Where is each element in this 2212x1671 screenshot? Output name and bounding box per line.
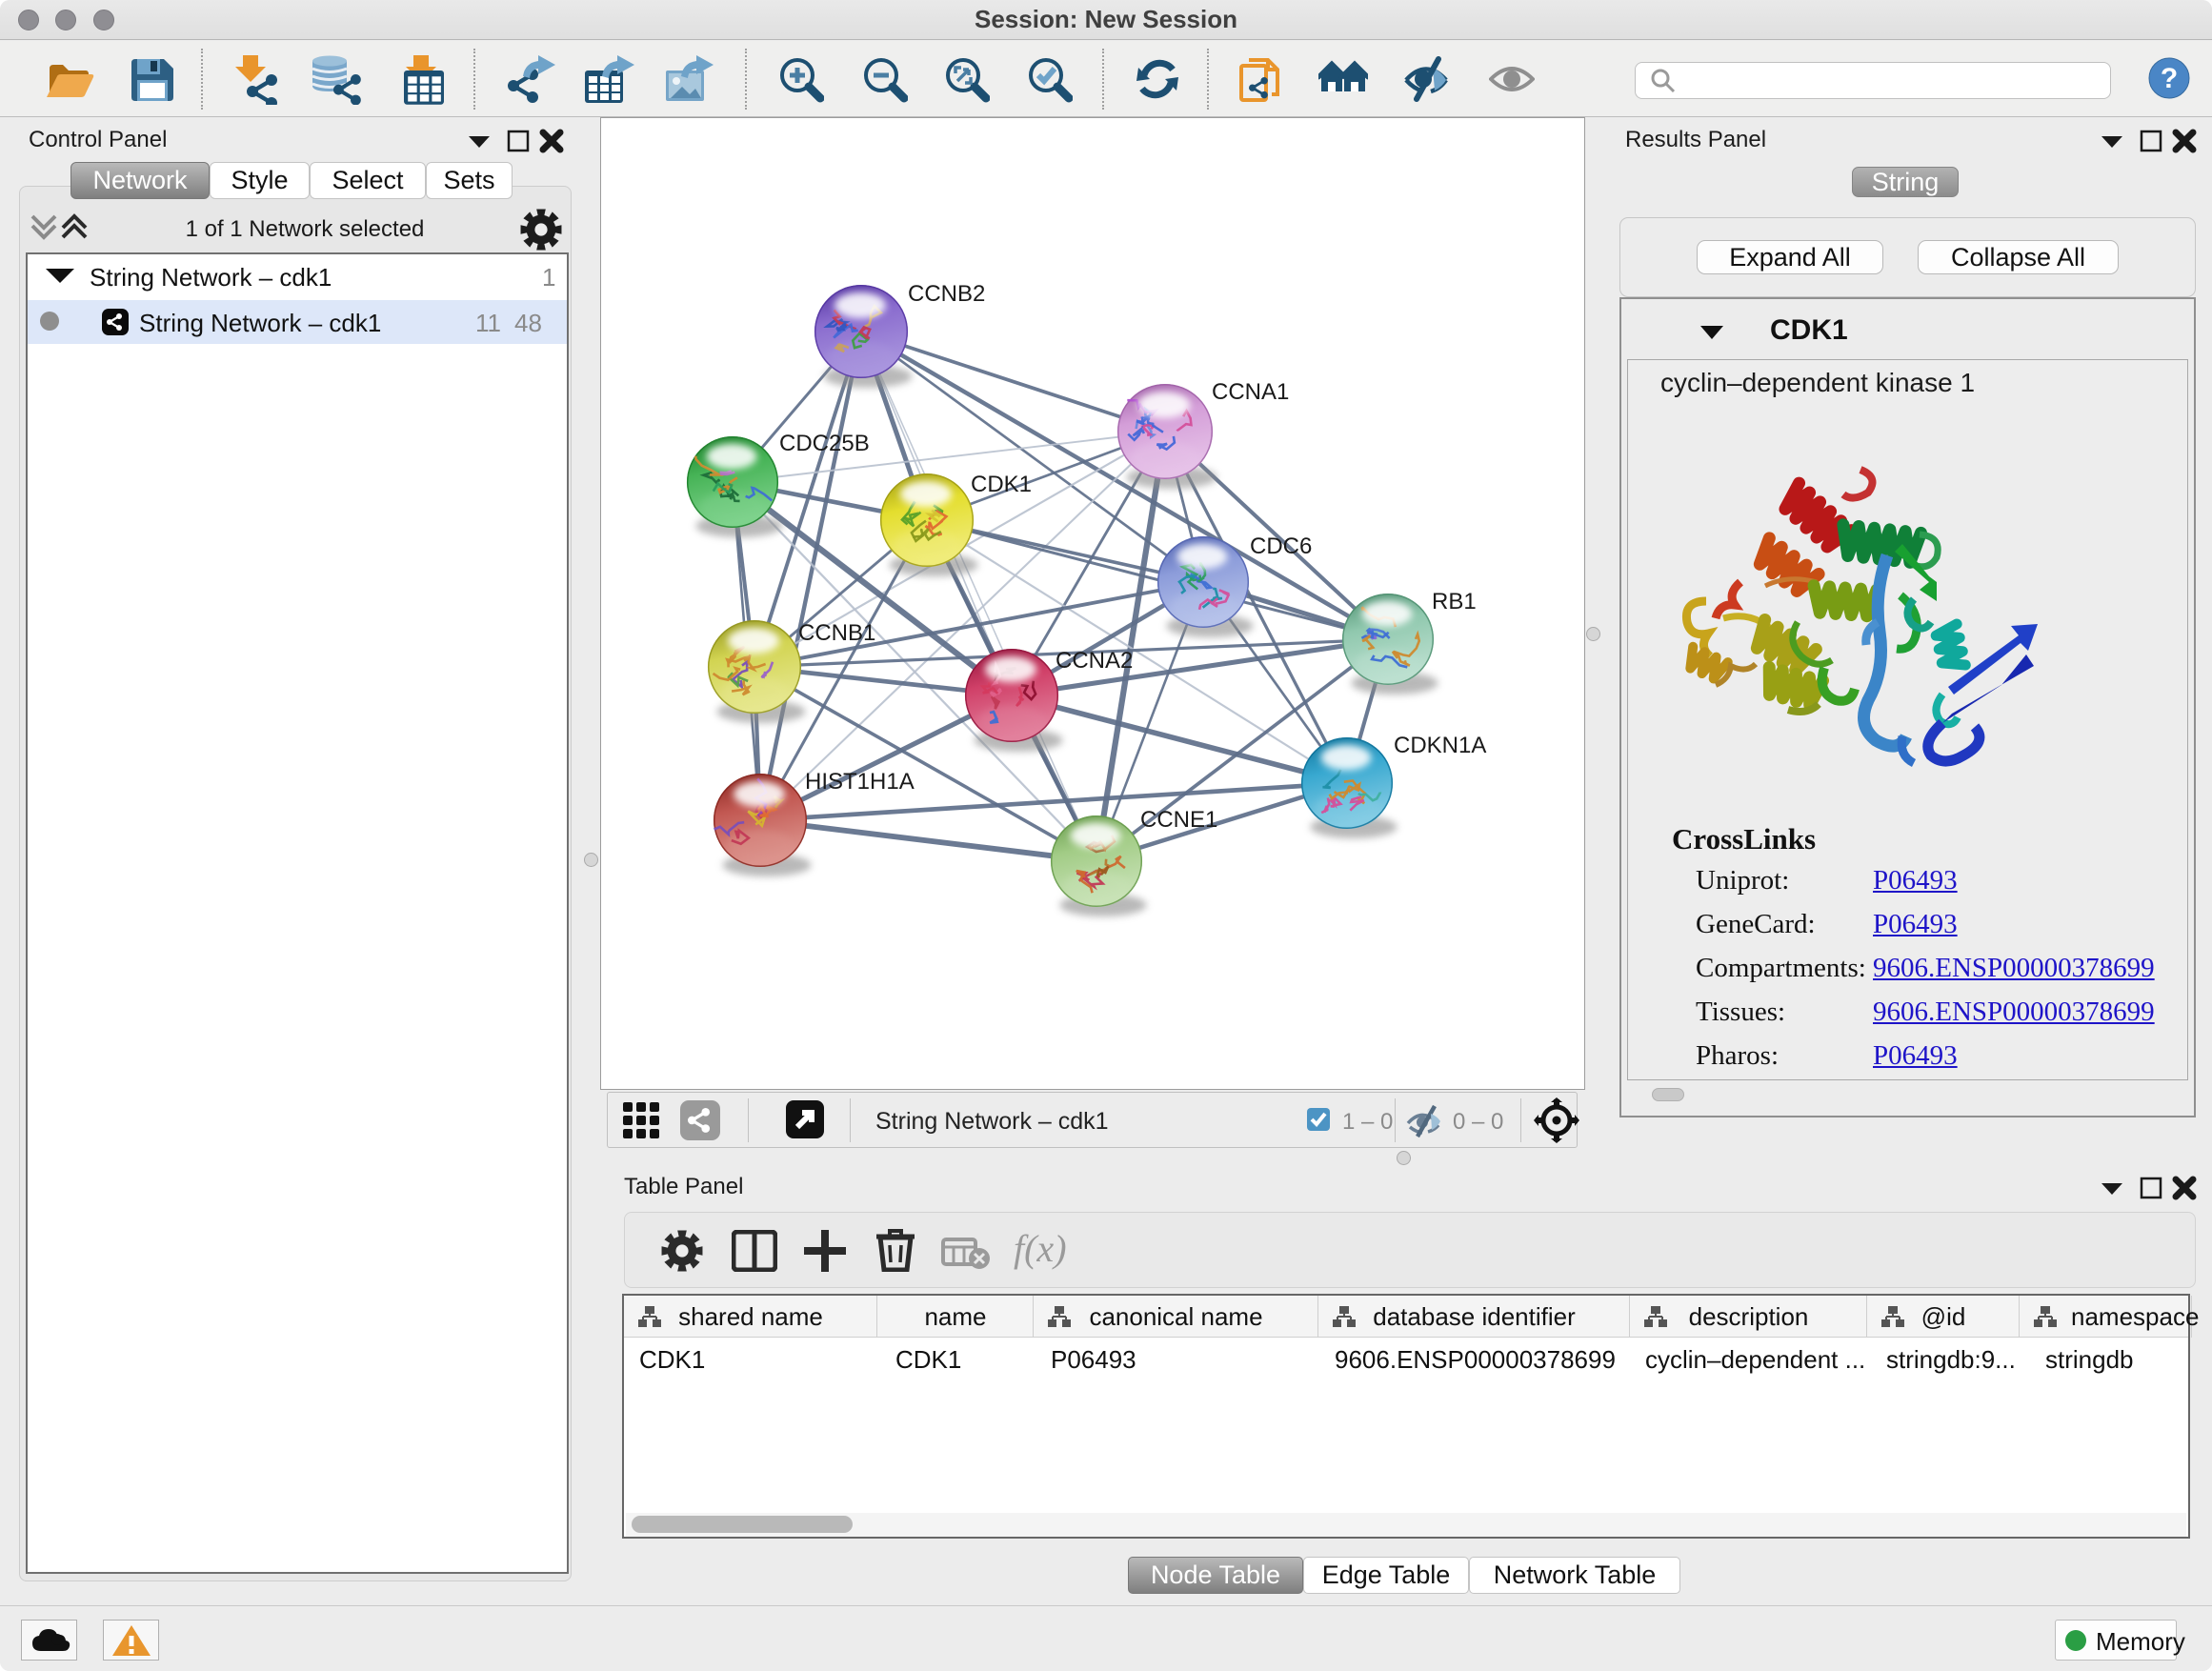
svg-text:HIST1H1A: HIST1H1A	[805, 769, 915, 795]
svg-text:CDK1: CDK1	[971, 472, 1032, 497]
svg-text:CCNB2: CCNB2	[908, 281, 985, 307]
svg-text:CCNA1: CCNA1	[1212, 379, 1289, 405]
svg-text:?: ?	[2161, 63, 2178, 94]
svg-text:CDC6: CDC6	[1250, 534, 1312, 559]
svg-text:CDKN1A: CDKN1A	[1394, 733, 1486, 758]
svg-text:CCNA2: CCNA2	[1056, 648, 1133, 674]
svg-text:RB1: RB1	[1432, 589, 1477, 614]
svg-text:CDC25B: CDC25B	[779, 431, 870, 456]
svg-text:CCNB1: CCNB1	[798, 620, 875, 646]
svg-text:CCNE1: CCNE1	[1140, 807, 1217, 833]
